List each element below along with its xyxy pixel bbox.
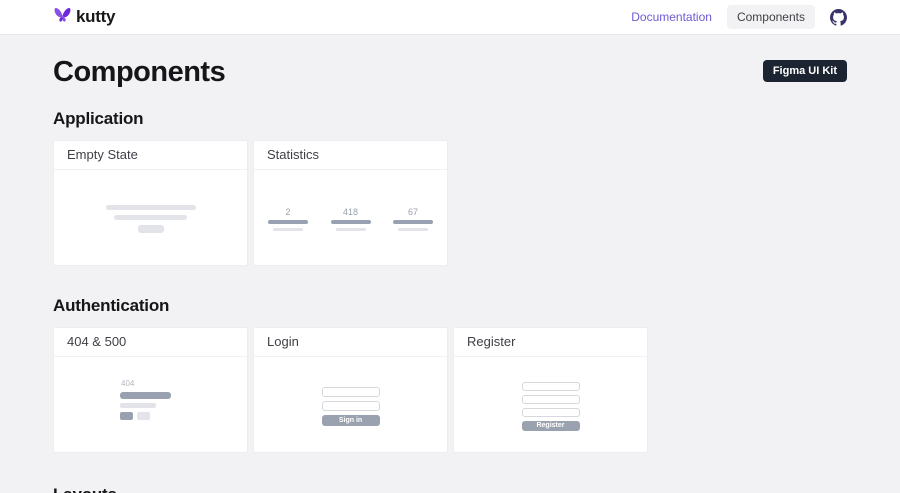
skeleton-line	[120, 392, 171, 399]
sign-in-button[interactable]: Sign in	[322, 415, 380, 426]
nav-link-components[interactable]: Components	[727, 5, 815, 29]
skeleton-line	[120, 403, 156, 408]
stat-item: 2	[268, 208, 308, 231]
register-input-email[interactable]	[522, 395, 580, 404]
card-title: Empty State	[54, 141, 247, 170]
card-statistics[interactable]: Statistics 2 418 67	[253, 140, 448, 266]
card-login[interactable]: Login Sign in	[253, 327, 448, 453]
register-button[interactable]: Register	[522, 421, 580, 431]
statistics-preview: 2 418 67	[254, 170, 447, 268]
statistics-row: 2 418 67	[254, 208, 447, 231]
stat-bar	[331, 220, 371, 224]
skeleton-button	[120, 412, 133, 420]
stat-underbar	[398, 228, 428, 231]
brand-logo[interactable]: kutty	[53, 6, 115, 29]
brand-name: kutty	[76, 7, 115, 27]
stat-value: 418	[343, 208, 358, 217]
skeleton-line	[106, 205, 196, 210]
register-preview: Register	[454, 357, 647, 455]
skeleton-button	[137, 412, 150, 420]
github-icon[interactable]	[830, 9, 847, 26]
stat-value: 67	[408, 208, 418, 217]
register-input-name[interactable]	[522, 382, 580, 391]
card-register[interactable]: Register Register	[453, 327, 648, 453]
login-input-password[interactable]	[322, 401, 380, 411]
register-form: Register	[522, 382, 580, 431]
application-card-row: Empty State Statistics 2	[53, 140, 847, 266]
page-title: Components	[53, 57, 225, 87]
page-header: Components Figma UI Kit	[53, 57, 847, 87]
stat-bar	[393, 220, 433, 224]
stat-item: 67	[393, 208, 433, 231]
navbar: kutty Documentation Components	[0, 0, 900, 35]
card-title: 404 & 500	[54, 328, 247, 357]
authentication-card-row: 404 & 500 404 Login Sign in	[53, 327, 847, 453]
stat-underbar	[336, 228, 366, 231]
card-title: Register	[454, 328, 647, 357]
login-input-email[interactable]	[322, 387, 380, 397]
card-empty-state[interactable]: Empty State	[53, 140, 248, 266]
login-form: Sign in	[322, 387, 380, 426]
card-404-500[interactable]: 404 & 500 404	[53, 327, 248, 453]
card-title: Login	[254, 328, 447, 357]
navbar-links: Documentation Components	[629, 5, 847, 29]
card-title: Statistics	[254, 141, 447, 170]
register-input-password[interactable]	[522, 408, 580, 417]
main-content: Components Figma UI Kit Application Empt…	[0, 57, 900, 493]
section-title-authentication: Authentication	[53, 296, 847, 316]
login-preview: Sign in	[254, 357, 447, 455]
nav-link-documentation[interactable]: Documentation	[629, 6, 714, 28]
empty-state-preview	[54, 170, 247, 268]
stat-value: 2	[285, 208, 290, 217]
section-title-application: Application	[53, 109, 847, 129]
figma-ui-kit-button[interactable]: Figma UI Kit	[763, 60, 847, 82]
skeleton-button	[138, 225, 164, 233]
butterfly-icon	[53, 6, 72, 29]
skeleton-line	[114, 215, 187, 220]
section-title-layouts: Layouts	[53, 485, 847, 493]
stat-underbar	[273, 228, 303, 231]
stat-bar	[268, 220, 308, 224]
stat-item: 418	[331, 208, 371, 231]
empty-state-skeleton	[106, 205, 196, 233]
error-page-preview: 404	[54, 357, 247, 455]
error-code: 404	[121, 380, 247, 388]
error-button-row	[120, 412, 247, 420]
